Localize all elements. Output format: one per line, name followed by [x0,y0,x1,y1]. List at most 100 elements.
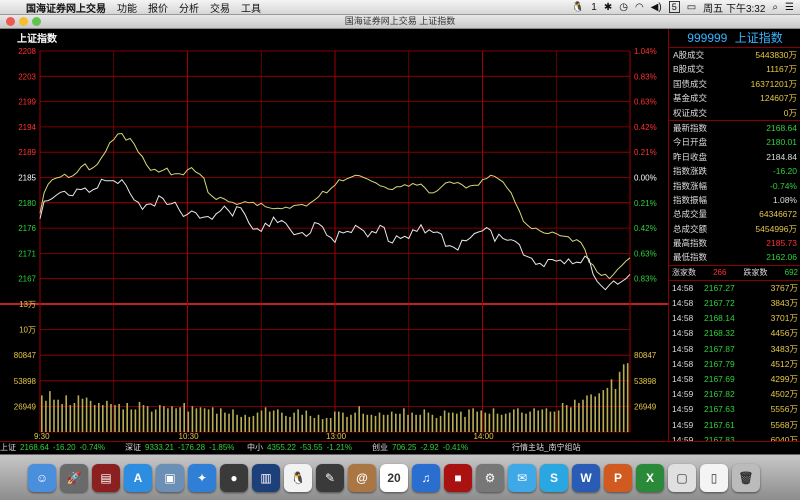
trading-app-icon[interactable]: ▥ [252,463,280,492]
messages-icon[interactable]: ✉ [508,463,536,492]
calendar-icon[interactable]: 20 [380,463,408,492]
input-method-indicator[interactable]: 5 [668,1,680,13]
volume-bar [452,412,454,432]
powerpoint-icon[interactable]: P [604,463,632,492]
volume-bar [61,404,63,432]
preview-icon[interactable]: ▣ [156,463,184,492]
volume-bar [126,403,128,432]
index-name: 上证 [0,443,16,452]
qq-status-icon[interactable]: 🐧 [572,2,584,13]
facetime-icon[interactable]: ● [220,463,248,492]
bluetooth-icon[interactable]: ✱ [604,2,612,13]
server-name[interactable]: 行情主站_南宁组站 [512,442,580,454]
archive-icon[interactable]: ▢ [668,463,696,492]
launchpad-icon[interactable]: 🚀 [60,463,88,492]
volume-bar [602,390,605,432]
intraday-chart[interactable]: 2208 2203 2199 2194 2189 2185 2180 2176 2171 2167… [0,29,668,441]
volume-bar [435,418,438,432]
menu-tools[interactable]: 工具 [241,0,261,15]
volume-bar [305,410,308,432]
index-header: 999999 上证指数 [669,29,800,48]
tick-row: 14:58 2168.32 4456万 [669,326,800,341]
volume-bar [533,408,535,432]
tick-time: 14:58 [672,358,694,369]
wifi-icon[interactable]: ◠ [635,2,644,13]
notes-icon[interactable]: ✎ [316,463,344,492]
volume-bar [622,364,625,432]
tick-price: 2167.27 [704,282,735,293]
menu-quote[interactable]: 报价 [148,0,168,15]
advancers-value: 266 [713,267,727,277]
volume-bar [382,414,385,432]
tick-price: 2168.14 [704,313,735,324]
skype-icon[interactable]: S [540,463,568,492]
percent-tick-label: 0.21% [634,199,657,208]
volume-bar [41,395,43,432]
quote-stat-row: 最高指数 2185.73 [669,236,800,250]
battery-icon[interactable]: ▭ [687,2,696,13]
volume-bar [93,405,96,432]
tick-row: 14:58 2167.72 3843万 [669,296,800,311]
volume-bar [472,408,474,432]
index-code: 999999 [687,31,728,45]
tick-volume: 3701万 [770,313,798,324]
window-close-button[interactable] [6,17,15,26]
quote-stat-value: 11167万 [766,64,797,75]
menu-trade[interactable]: 交易 [210,0,230,15]
index-value: 4355.22 [267,443,296,452]
menu-function[interactable]: 功能 [117,0,137,15]
excel-icon[interactable]: X [636,463,664,492]
volume-bar [114,405,116,432]
tick-list[interactable]: 14:58 2167.27 3767万 14:58 2167.72 3843万 14:58 2… [669,281,800,463]
word-icon[interactable]: W [572,463,600,492]
volume-icon[interactable]: ◀) [651,2,662,13]
market-index-summary[interactable]: 创业 706.25 -2.92 -0.41% [372,442,472,454]
photo-booth-icon[interactable]: ■ [444,463,472,492]
volume-bar [297,409,299,432]
safari-icon[interactable]: ✦ [188,463,216,492]
qq-icon[interactable]: 🐧 [284,463,312,492]
trash-icon[interactable]: 🗑 [732,463,760,492]
volume-bar [366,414,369,432]
chart-canvas[interactable]: 2208 2203 2199 2194 2189 2185 2180 2176 2171 2167… [0,29,668,441]
quote-stat-value: 124607万 [760,93,797,104]
window-zoom-button[interactable] [32,17,41,26]
index-name: 深证 [125,443,141,452]
menu-app-name[interactable]: 国海证券网上交易 [26,0,106,15]
mail-icon[interactable]: @ [348,463,376,492]
volume-bar [289,416,291,432]
clock[interactable]: 周五 下午3:32 [703,0,765,15]
finder-icon[interactable]: ☺ [28,463,56,492]
volume-bar [142,405,145,432]
chart-title: 上证指数 [17,34,57,45]
volume-bar [565,405,568,432]
document-icon[interactable]: ▯ [700,463,728,492]
volume-bar [537,410,539,432]
quote-stat-row: 昨日收盘 2184.84 [669,150,800,164]
market-index-summary[interactable]: 深证 9333.21 -176.28 -1.85% [125,442,238,454]
quote-stat-label: 最新指数 [673,122,708,133]
market-index-summary[interactable]: 中小 4355.22 -53.55 -1.21% [247,442,356,454]
menu-analysis[interactable]: 分析 [179,0,199,15]
market-index-summary[interactable]: 上证 2168.64 -16.20 -0.74% [0,442,109,454]
percent-tick-label: 0.63% [634,98,657,107]
advance-decline: 涨家数 266 跌家数 692 [669,264,800,281]
index-change: -53.55 [299,443,323,452]
quote-stat-label: 最低指数 [673,252,708,263]
volume-bar [492,408,495,432]
spotlight-icon[interactable]: ⌕ [772,2,778,13]
volume-bar [484,412,487,432]
volume-bar [610,379,613,432]
price-tick-label: 2176 [18,224,36,233]
app-store-icon[interactable]: A [124,463,152,492]
system-preferences-icon[interactable]: ⚙ [476,463,504,492]
time-machine-icon[interactable]: ◷ [619,2,628,13]
volume-bar [199,407,202,432]
window-minimize-button[interactable] [19,17,28,26]
itunes-icon[interactable]: ♫ [412,463,440,492]
tick-price: 2168.32 [704,328,735,339]
stocks-app-icon[interactable]: ▤ [92,463,120,492]
notification-center-icon[interactable]: ☰ [785,2,794,13]
volume-tick-label: 53898 [14,377,37,386]
volume-bar [378,412,381,432]
